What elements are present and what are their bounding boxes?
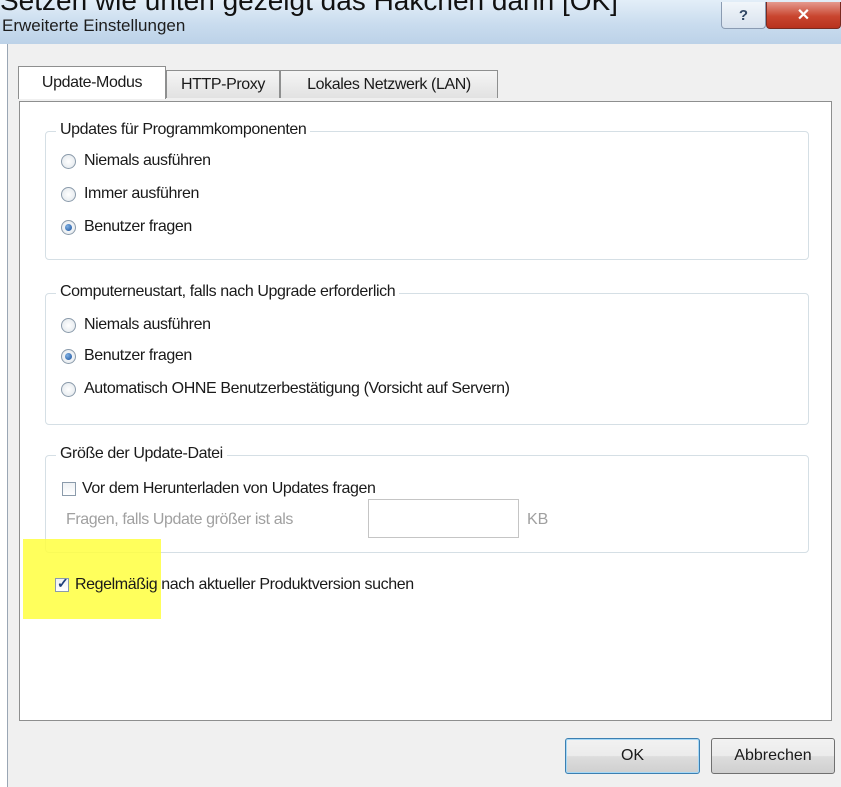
checkbox[interactable]	[62, 482, 76, 496]
tab-update-mode[interactable]: Update-Modus	[18, 66, 166, 99]
tab-lan[interactable]: Lokales Netzwerk (LAN)	[280, 70, 498, 98]
radio-label: Immer ausführen	[84, 185, 199, 202]
group-updates-legend: Updates für Programmkomponenten	[56, 121, 311, 139]
radio-updates-never[interactable]: Niemals ausführen	[61, 152, 211, 170]
checkbox-label: Regelmäßig nach aktueller Produktversion…	[75, 576, 414, 593]
radio-restart-ask-user[interactable]: Benutzer fragen	[61, 347, 192, 365]
radio-label: Automatisch OHNE Benutzerbestätigung (Vo…	[84, 380, 510, 397]
radio-button[interactable]	[61, 381, 76, 397]
instruction-caption: Setzen wie unten gezeigt das Häkchen dan…	[0, 0, 618, 16]
radio-label: Niemals ausführen	[84, 152, 211, 169]
checkbox-label: Vor dem Herunterladen von Updates fragen	[82, 480, 376, 497]
size-unit-label: KB	[527, 511, 549, 528]
checkbox-ask-before-download[interactable]: Vor dem Herunterladen von Updates fragen	[62, 480, 376, 498]
cancel-button[interactable]: Abbrechen	[711, 738, 835, 774]
radio-label: Benutzer fragen	[84, 347, 192, 364]
radio-button[interactable]	[61, 186, 76, 202]
checkbox[interactable]	[55, 575, 69, 592]
group-size-legend: Größe der Update-Datei	[56, 445, 227, 463]
size-threshold-input[interactable]	[368, 499, 519, 538]
radio-button[interactable]	[61, 317, 76, 333]
group-restart-legend: Computerneustart, falls nach Upgrade erf…	[56, 283, 400, 301]
radio-button[interactable]	[61, 153, 76, 169]
radio-label: Benutzer fragen	[84, 218, 192, 235]
checkbox-periodic-check[interactable]: Regelmäßig nach aktueller Produktversion…	[55, 575, 414, 594]
radio-updates-always[interactable]: Immer ausführen	[61, 185, 199, 203]
ok-button[interactable]: OK	[565, 738, 700, 774]
window-title: Erweiterte Einstellungen	[2, 16, 186, 35]
radio-updates-ask-user[interactable]: Benutzer fragen	[61, 218, 192, 236]
radio-restart-never[interactable]: Niemals ausführen	[61, 316, 211, 334]
threshold-label: Fragen, falls Update größer ist als	[66, 511, 293, 528]
radio-button[interactable]	[61, 219, 76, 235]
settings-dialog: Erweiterte Einstellungen ? ✕ Setzen wie …	[0, 0, 841, 787]
radio-button[interactable]	[61, 348, 76, 364]
radio-restart-automatic[interactable]: Automatisch OHNE Benutzerbestätigung (Vo…	[61, 380, 510, 398]
radio-label: Niemals ausführen	[84, 316, 211, 333]
tab-http-proxy[interactable]: HTTP-Proxy	[166, 70, 280, 98]
